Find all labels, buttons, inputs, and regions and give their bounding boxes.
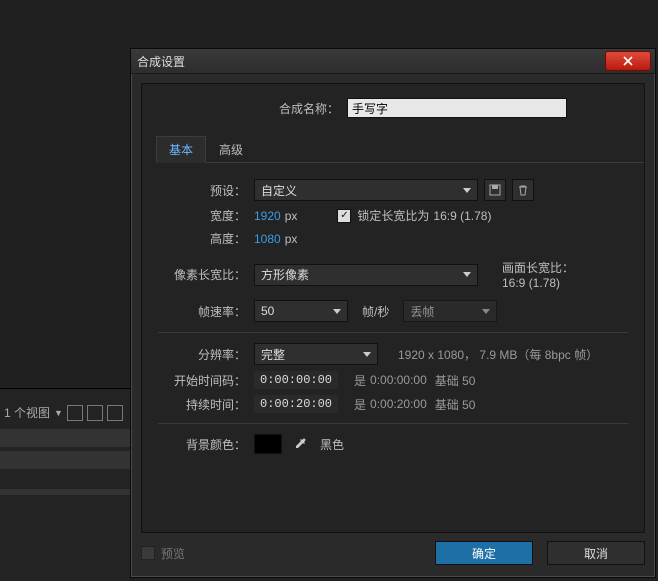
resolution-select[interactable]: 完整 — [254, 343, 378, 365]
bg-row — [0, 429, 130, 447]
lock-aspect-ratio: 16:9 (1.78) — [433, 209, 491, 223]
comp-name-row: 合成名称： — [142, 98, 644, 118]
lock-aspect-label: 锁定长宽比为 — [357, 207, 429, 224]
width-unit: px — [285, 209, 298, 223]
dropframe-value: 丢帧 — [410, 303, 434, 320]
chevron-down-icon: ▼ — [54, 408, 63, 418]
width-label: 宽度： — [158, 207, 246, 224]
bg-color-swatch[interactable] — [254, 434, 282, 454]
comp-name-label: 合成名称： — [219, 100, 339, 117]
resolution-value: 完整 — [261, 346, 285, 363]
width-row: 宽度： 1920 px 锁定长宽比为 16:9 (1.78) — [158, 207, 628, 224]
pixel-aspect-row: 像素长宽比： 方形像素 画面长宽比： 16:9 (1.78) — [158, 259, 628, 290]
frame-aspect-label: 画面长宽比： — [502, 259, 574, 276]
width-value[interactable]: 1920 — [254, 209, 281, 223]
duration-is: 是 — [354, 396, 366, 413]
bg-row — [0, 489, 130, 495]
start-time-base: 基础 50 — [435, 372, 476, 389]
save-icon — [489, 184, 501, 196]
chevron-down-icon — [333, 309, 341, 314]
duration-label: 持续时间： — [158, 396, 246, 413]
resolution-label: 分辨率： — [158, 346, 246, 363]
bg-color-name: 黑色 — [320, 436, 344, 453]
framerate-select[interactable]: 50 — [254, 300, 348, 322]
bg-color-row: 背景颜色： 黑色 — [158, 434, 628, 454]
duration-ref: 0:00:20:00 — [370, 397, 427, 411]
resolution-info: 1920 x 1080， 7.9 MB（每 8bpc 帧） — [398, 346, 598, 363]
tabs: 基本 高级 — [156, 136, 644, 163]
preview-checkbox — [141, 546, 155, 560]
height-row: 高度： 1080 px — [158, 230, 628, 247]
framerate-label: 帧速率： — [158, 303, 246, 320]
start-time-ref: 0:00:00:00 — [370, 373, 427, 387]
lock-aspect-group: 锁定长宽比为 16:9 (1.78) — [337, 207, 491, 224]
duration-row: 持续时间： 0:00:20:00 是 0:00:20:00 基础 50 — [158, 395, 628, 413]
chevron-down-icon — [463, 188, 471, 193]
toolbar-icon-3[interactable] — [107, 405, 123, 421]
bg-color-label: 背景颜色： — [158, 436, 246, 453]
height-unit: px — [285, 232, 298, 246]
ok-button[interactable]: 确定 — [435, 541, 533, 565]
chevron-down-icon — [482, 309, 490, 314]
tab-advanced[interactable]: 高级 — [206, 136, 256, 162]
save-preset-button[interactable] — [484, 179, 506, 201]
preset-label: 预设： — [158, 182, 246, 199]
toolbar-icon-2[interactable] — [87, 405, 103, 421]
basic-section: 预设： 自定义 宽度： 1920 px 锁定长宽比为 — [142, 163, 644, 454]
framerate-row: 帧速率： 50 帧/秒 丢帧 — [158, 300, 628, 322]
delete-preset-button[interactable] — [512, 179, 534, 201]
view-count-label: 1 个视图 — [4, 404, 50, 421]
composition-settings-dialog: 合成设置 合成名称： 基本 高级 预设： 自定义 — [130, 48, 656, 578]
lock-aspect-checkbox[interactable] — [337, 209, 351, 223]
close-button[interactable] — [605, 51, 651, 71]
preview-group: 预览 — [141, 545, 185, 562]
height-label: 高度： — [158, 230, 246, 247]
duration-value[interactable]: 0:00:20:00 — [254, 395, 338, 413]
dropframe-select[interactable]: 丢帧 — [403, 300, 497, 322]
pixel-aspect-value: 方形像素 — [261, 266, 309, 283]
bg-row — [0, 451, 130, 469]
eyedropper-icon[interactable] — [292, 436, 308, 452]
start-time-is: 是 — [354, 372, 366, 389]
dialog-title: 合成设置 — [137, 53, 185, 70]
preset-value: 自定义 — [261, 182, 297, 199]
pixel-aspect-label: 像素长宽比： — [158, 266, 246, 283]
dialog-titlebar[interactable]: 合成设置 — [131, 49, 655, 74]
preview-label: 预览 — [161, 545, 185, 562]
view-count-dropdown[interactable]: 1 个视图 ▼ — [4, 404, 123, 421]
framerate-unit: 帧/秒 — [362, 303, 389, 320]
frame-aspect-value: 16:9 (1.78) — [502, 276, 574, 290]
height-value[interactable]: 1080 — [254, 232, 281, 246]
close-icon — [623, 56, 633, 66]
start-time-value[interactable]: 0:00:00:00 — [254, 371, 338, 389]
preset-row: 预设： 自定义 — [158, 179, 628, 201]
frame-aspect-block: 画面长宽比： 16:9 (1.78) — [502, 259, 574, 290]
divider — [158, 423, 628, 424]
dialog-content: 合成名称： 基本 高级 预设： 自定义 宽度： — [141, 83, 645, 533]
resolution-row: 分辨率： 完整 1920 x 1080， 7.9 MB（每 8bpc 帧） — [158, 343, 628, 365]
trash-icon — [517, 184, 529, 196]
duration-base: 基础 50 — [435, 396, 476, 413]
pixel-aspect-select[interactable]: 方形像素 — [254, 264, 478, 286]
tab-basic[interactable]: 基本 — [156, 136, 206, 163]
comp-name-input[interactable] — [347, 98, 567, 118]
dialog-footer: 预览 确定 取消 — [141, 539, 645, 567]
start-time-label: 开始时间码： — [158, 372, 246, 389]
chevron-down-icon — [463, 272, 471, 277]
cancel-button[interactable]: 取消 — [547, 541, 645, 565]
framerate-value: 50 — [261, 304, 274, 318]
toolbar-icon-1[interactable] — [67, 405, 83, 421]
divider — [158, 332, 628, 333]
start-time-row: 开始时间码： 0:00:00:00 是 0:00:00:00 基础 50 — [158, 371, 628, 389]
preset-select[interactable]: 自定义 — [254, 179, 478, 201]
chevron-down-icon — [363, 352, 371, 357]
